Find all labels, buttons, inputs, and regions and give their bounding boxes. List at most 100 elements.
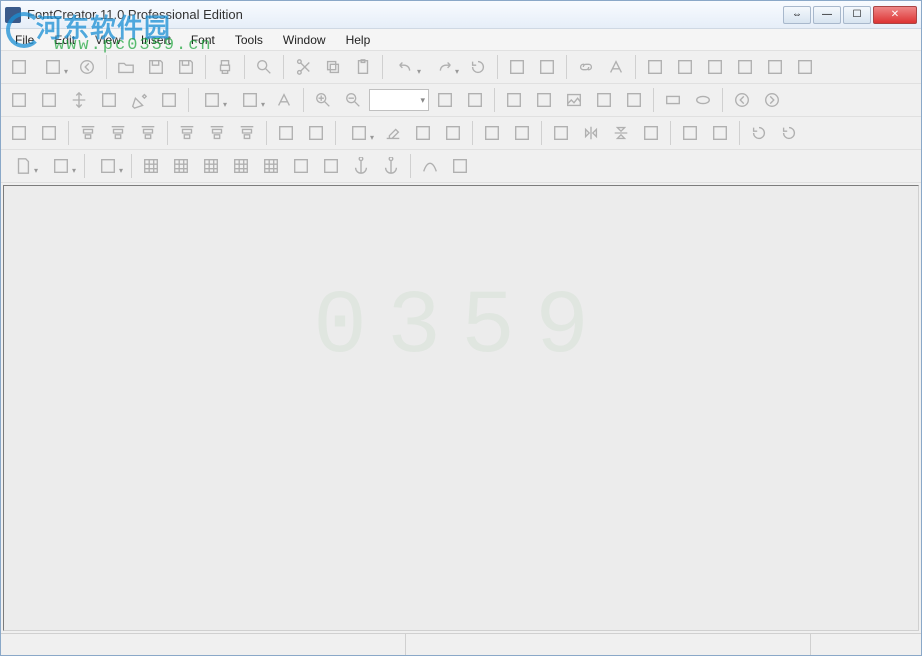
subtract-icon[interactable]: [35, 119, 63, 147]
erase-icon[interactable]: [379, 119, 407, 147]
ellipse-icon[interactable]: [689, 86, 717, 114]
eyedrop-icon[interactable]: [620, 86, 648, 114]
distribute-v-icon[interactable]: [302, 119, 330, 147]
trim-icon[interactable]: [508, 119, 536, 147]
zoom-in-icon[interactable]: [309, 86, 337, 114]
flip-v-icon[interactable]: [607, 119, 635, 147]
toggle-button[interactable]: ⇔: [783, 6, 811, 24]
menu-file[interactable]: File: [5, 30, 44, 50]
save-icon[interactable]: [142, 53, 170, 81]
page-icon[interactable]: [5, 152, 41, 180]
flip-left-icon[interactable]: [547, 119, 575, 147]
add-glyph-icon[interactable]: [533, 53, 561, 81]
grid3-icon[interactable]: [197, 152, 225, 180]
zoom-combo[interactable]: [369, 89, 429, 111]
brush-icon[interactable]: [590, 86, 618, 114]
minimize-button[interactable]: —: [813, 6, 841, 24]
link-icon[interactable]: [572, 53, 600, 81]
menu-insert[interactable]: Insert: [131, 30, 181, 50]
scale-icon[interactable]: [706, 119, 734, 147]
menu-font[interactable]: Font: [181, 30, 225, 50]
distribute-h-icon[interactable]: [272, 119, 300, 147]
union-icon[interactable]: [5, 119, 33, 147]
new-font-icon[interactable]: [5, 53, 33, 81]
slice-icon[interactable]: [530, 86, 558, 114]
freehand-icon[interactable]: [155, 86, 183, 114]
export-icon[interactable]: [90, 152, 126, 180]
close-button[interactable]: ✕: [873, 6, 917, 24]
status-panel-3: [811, 634, 921, 655]
guides-icon[interactable]: [287, 152, 315, 180]
menu-edit[interactable]: Edit: [44, 30, 85, 50]
smooth-icon[interactable]: [409, 119, 437, 147]
menu-view[interactable]: View: [85, 30, 131, 50]
grid2-icon[interactable]: [167, 152, 195, 180]
properties-icon[interactable]: [641, 53, 669, 81]
actual-icon[interactable]: [461, 86, 489, 114]
grid1-icon[interactable]: [137, 152, 165, 180]
image-icon[interactable]: [560, 86, 588, 114]
flip-h-icon[interactable]: [577, 119, 605, 147]
select-rect-icon[interactable]: [5, 86, 33, 114]
prev-icon[interactable]: [728, 86, 756, 114]
validate-icon[interactable]: [701, 53, 729, 81]
text-tool-icon[interactable]: [602, 53, 630, 81]
new-glyph-icon[interactable]: [35, 53, 71, 81]
pen-icon[interactable]: [125, 86, 153, 114]
knife-icon[interactable]: [500, 86, 528, 114]
test-icon[interactable]: [791, 53, 819, 81]
contour-icon[interactable]: [194, 86, 230, 114]
align-left-icon[interactable]: [74, 119, 102, 147]
paste-icon[interactable]: [349, 53, 377, 81]
rotate-ccw-icon[interactable]: [775, 119, 803, 147]
align-top-icon[interactable]: [173, 119, 201, 147]
menu-window[interactable]: Window: [273, 30, 336, 50]
lock-grid-icon[interactable]: [257, 152, 285, 180]
anchor-icon[interactable]: [347, 152, 375, 180]
lasso-icon[interactable]: [35, 86, 63, 114]
settings-icon[interactable]: [671, 53, 699, 81]
maximize-button[interactable]: ☐: [843, 6, 871, 24]
kerning-icon[interactable]: [446, 152, 474, 180]
clipboard-icon[interactable]: [341, 119, 377, 147]
curve-icon[interactable]: [416, 152, 444, 180]
fill-icon[interactable]: [232, 86, 268, 114]
guide-g-icon[interactable]: [439, 119, 467, 147]
find-icon[interactable]: [250, 53, 278, 81]
grid4-icon[interactable]: [227, 152, 255, 180]
separator: [410, 154, 411, 178]
snap-icon[interactable]: [478, 119, 506, 147]
zoom-out-icon[interactable]: [339, 86, 367, 114]
redo-icon[interactable]: [426, 53, 462, 81]
lock-guides-icon[interactable]: [317, 152, 345, 180]
align-center-icon[interactable]: [104, 119, 132, 147]
transform-icon[interactable]: [676, 119, 704, 147]
lock-anchor-icon[interactable]: [377, 152, 405, 180]
next-icon[interactable]: [758, 86, 786, 114]
undo-icon[interactable]: [388, 53, 424, 81]
print-icon[interactable]: [211, 53, 239, 81]
separator: [303, 88, 304, 112]
rotate-cw-icon[interactable]: [745, 119, 773, 147]
copy-icon[interactable]: [319, 53, 347, 81]
menu-help[interactable]: Help: [336, 30, 381, 50]
flip-right-icon[interactable]: [637, 119, 665, 147]
refresh-icon[interactable]: [464, 53, 492, 81]
spellcheck-icon[interactable]: [761, 53, 789, 81]
align-middle-icon[interactable]: [203, 119, 231, 147]
menu-tools[interactable]: Tools: [225, 30, 273, 50]
align-bottom-icon[interactable]: [233, 119, 261, 147]
open-icon[interactable]: [112, 53, 140, 81]
glyph-a-icon[interactable]: [270, 86, 298, 114]
rect-shape-icon[interactable]: [659, 86, 687, 114]
save-all-icon[interactable]: [172, 53, 200, 81]
measure-icon[interactable]: [95, 86, 123, 114]
compare-icon[interactable]: [731, 53, 759, 81]
preview-aa-icon[interactable]: [73, 53, 101, 81]
cut-icon[interactable]: [289, 53, 317, 81]
add-char-icon[interactable]: [503, 53, 531, 81]
metrics-icon[interactable]: [43, 152, 79, 180]
pan-icon[interactable]: [65, 86, 93, 114]
align-right-icon[interactable]: [134, 119, 162, 147]
fit-icon[interactable]: [431, 86, 459, 114]
